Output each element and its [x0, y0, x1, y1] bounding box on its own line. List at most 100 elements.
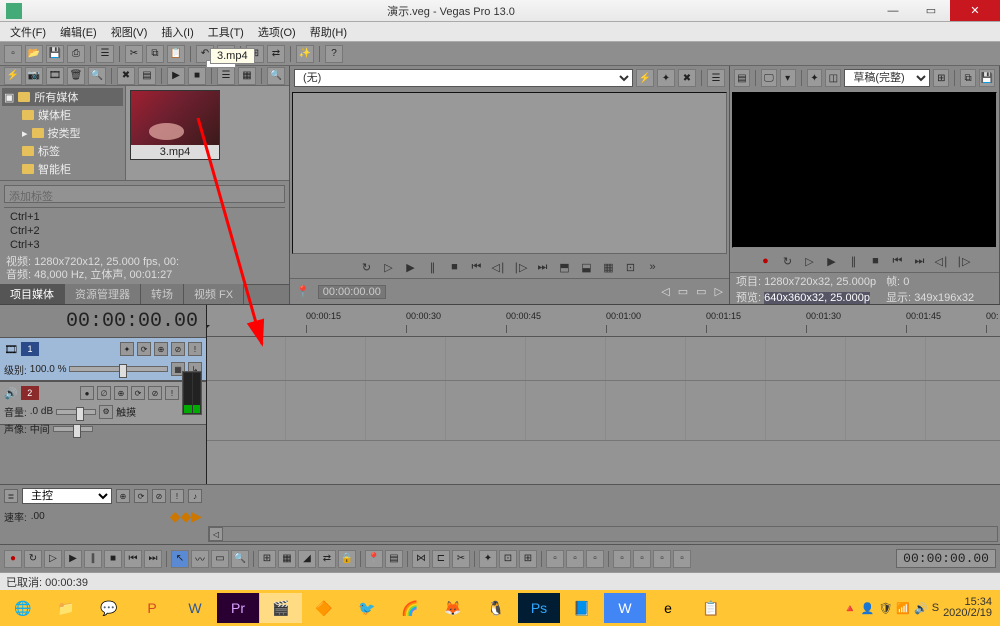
loop-icon[interactable]: ↻ — [24, 550, 42, 568]
prev-frame-icon[interactable]: ◁∣ — [490, 258, 508, 276]
normal-edit-tool-icon[interactable]: ↖ — [171, 550, 189, 568]
tab-video-fx[interactable]: 视频 FX — [184, 284, 244, 304]
system-tray[interactable]: 🔺 👤 🛡 📶 🔊 S 15:34 2020/2/19 — [837, 597, 998, 619]
crossfade-icon[interactable]: ⋈ — [412, 550, 430, 568]
quantize-icon[interactable]: ▦ — [278, 550, 296, 568]
event-fx-icon[interactable]: ✦ — [479, 550, 497, 568]
open-icon[interactable]: 📂 — [25, 45, 43, 63]
task-app-icon[interactable]: 📋 — [690, 593, 732, 623]
go-start-icon[interactable]: ⏮ — [889, 252, 907, 270]
nav-icon[interactable]: ◁ — [661, 285, 669, 298]
play-icon[interactable]: ▶ — [167, 67, 185, 85]
maximize-button[interactable]: ▭ — [912, 0, 950, 21]
save-icon[interactable]: 💾 — [46, 45, 64, 63]
vol-slider[interactable] — [56, 409, 96, 415]
preview-quality-select[interactable]: 草稿(完整) — [844, 69, 930, 87]
pause-icon[interactable]: ∥ — [424, 258, 442, 276]
tool5-icon[interactable]: ▫ — [633, 550, 651, 568]
tray-icon[interactable]: 🛡 — [878, 602, 892, 615]
tool7-icon[interactable]: ▫ — [673, 550, 691, 568]
overlay-icon[interactable]: ⊞ — [933, 69, 949, 87]
group-icon[interactable]: ⊞ — [519, 550, 537, 568]
pause-icon[interactable]: ∥ — [84, 550, 102, 568]
region-icon[interactable]: ▤ — [385, 550, 403, 568]
playhead-cursor[interactable] — [206, 305, 207, 484]
bottom-timecode[interactable]: 00:00:00.00 — [896, 549, 996, 568]
tab-project-media[interactable]: 项目媒体 — [0, 284, 65, 304]
loop-icon[interactable]: ↻ — [779, 252, 797, 270]
trimmer-menu-icon[interactable]: ☰ — [707, 69, 725, 87]
properties-icon[interactable]: ☰ — [96, 45, 114, 63]
bypass-fx-icon[interactable]: ✦ — [120, 342, 134, 356]
timeline-area[interactable]: 00:00:15 00:00:30 00:00:45 00:01:00 00:0… — [206, 305, 1000, 484]
fit-icon[interactable]: ⊡ — [622, 258, 640, 276]
task-vegas-icon[interactable]: 🎬 — [260, 593, 302, 623]
bus-icon[interactable]: ≣ — [4, 489, 18, 503]
import-icon[interactable]: ⚡ — [4, 67, 22, 85]
menu-insert[interactable]: 插入(I) — [155, 22, 199, 42]
tray-icon[interactable]: 👤 — [861, 602, 875, 615]
task-wps-icon[interactable]: W — [604, 593, 646, 623]
solo-icon[interactable]: ! — [165, 386, 179, 400]
capture-icon[interactable]: 📷 — [25, 67, 43, 85]
zoom-icon[interactable]: 🔍 — [267, 67, 285, 85]
bus-dim-icon[interactable]: ♪ — [188, 489, 202, 503]
solo-icon[interactable]: ! — [188, 342, 202, 356]
paste-icon[interactable]: 📋 — [167, 45, 185, 63]
envelope-tool-icon[interactable]: 〰 — [191, 550, 209, 568]
media-thumb-area[interactable]: 3.mp4 — [126, 86, 289, 180]
scrub-icon[interactable]: ◆◆▶ — [170, 508, 202, 525]
bus-auto-icon[interactable]: ⟳ — [134, 489, 148, 503]
event-pan-icon[interactable]: ⊡ — [499, 550, 517, 568]
task-photoshop-icon[interactable]: Ps — [518, 593, 560, 623]
automation-icon[interactable]: ⟳ — [137, 342, 151, 356]
play-start-icon[interactable]: ▷ — [801, 252, 819, 270]
task-app-icon[interactable]: 📘 — [561, 593, 603, 623]
pan-slider[interactable] — [53, 426, 93, 432]
properties-icon[interactable]: ▤ — [138, 67, 156, 85]
autoripple-icon[interactable]: ⇄ — [318, 550, 336, 568]
copy-snapshot-icon[interactable]: ⧉ — [960, 69, 976, 87]
video-track-header[interactable]: 🎞 1 ✦ ⟳ ⊕ ⊘ ! 级别: 100.0 % ▦ ↳ — [0, 337, 206, 381]
tool4-icon[interactable]: ▫ — [613, 550, 631, 568]
automation-icon[interactable]: ⟳ — [131, 386, 145, 400]
tree-root-all-media[interactable]: ▣所有媒体 — [2, 88, 123, 106]
tab-explorer[interactable]: 资源管理器 — [65, 284, 141, 304]
bus-solo-icon[interactable]: ! — [170, 489, 184, 503]
play-icon[interactable]: ▶ — [402, 258, 420, 276]
remove-icon[interactable]: 🗑 — [67, 67, 85, 85]
save-snapshot-icon[interactable]: 💾 — [979, 69, 995, 87]
go-end-icon[interactable]: ⏭ — [911, 252, 929, 270]
render-icon[interactable]: ⎙ — [67, 45, 85, 63]
menu-help[interactable]: 帮助(H) — [304, 22, 353, 42]
mute-icon[interactable]: ⊘ — [171, 342, 185, 356]
cut-icon[interactable]: ✂ — [125, 45, 143, 63]
menu-options[interactable]: 选项(O) — [252, 22, 302, 42]
menu-file[interactable]: 文件(F) — [4, 22, 52, 42]
record-icon[interactable]: ● — [757, 252, 775, 270]
stop-icon[interactable]: ■ — [188, 67, 206, 85]
task-qq-icon[interactable]: 🐧 — [475, 593, 517, 623]
menu-edit[interactable]: 编辑(E) — [54, 22, 103, 42]
add-audio-icon[interactable]: ⬓ — [578, 258, 596, 276]
track-fx-icon[interactable]: ⊕ — [154, 342, 168, 356]
add-video-icon[interactable]: ⬒ — [556, 258, 574, 276]
preview-device-icon[interactable]: 🖵 — [761, 69, 777, 87]
play-start-icon[interactable]: ▷ — [44, 550, 62, 568]
play-start-icon[interactable]: ▷ — [380, 258, 398, 276]
task-browser-icon[interactable]: 🌐 — [2, 593, 44, 623]
next-frame-icon[interactable]: ∣▷ — [955, 252, 973, 270]
minimize-button[interactable]: — — [874, 0, 912, 21]
views-icon[interactable]: ☰ — [217, 67, 235, 85]
task-premiere-icon[interactable]: Pr — [217, 593, 259, 623]
stop-icon[interactable]: ■ — [104, 550, 122, 568]
go-start-icon[interactable]: ⏮ — [124, 550, 142, 568]
record-icon[interactable]: ● — [4, 550, 22, 568]
close-button[interactable]: ✕ — [950, 0, 1000, 21]
task-explorer-icon[interactable]: 📁 — [45, 593, 87, 623]
tree-item-tags[interactable]: 标签 — [2, 142, 123, 160]
list-icon[interactable]: ▦ — [238, 67, 256, 85]
nav-icon[interactable]: ▷ — [715, 285, 723, 298]
audio-track-header[interactable]: 🔊 2 ● ∅ ⊕ ⟳ ⊘ ! 音量: .0 dB ⚙ 触摸 声像: 中间 — [0, 381, 206, 425]
wand-icon[interactable]: ✨ — [296, 45, 314, 63]
